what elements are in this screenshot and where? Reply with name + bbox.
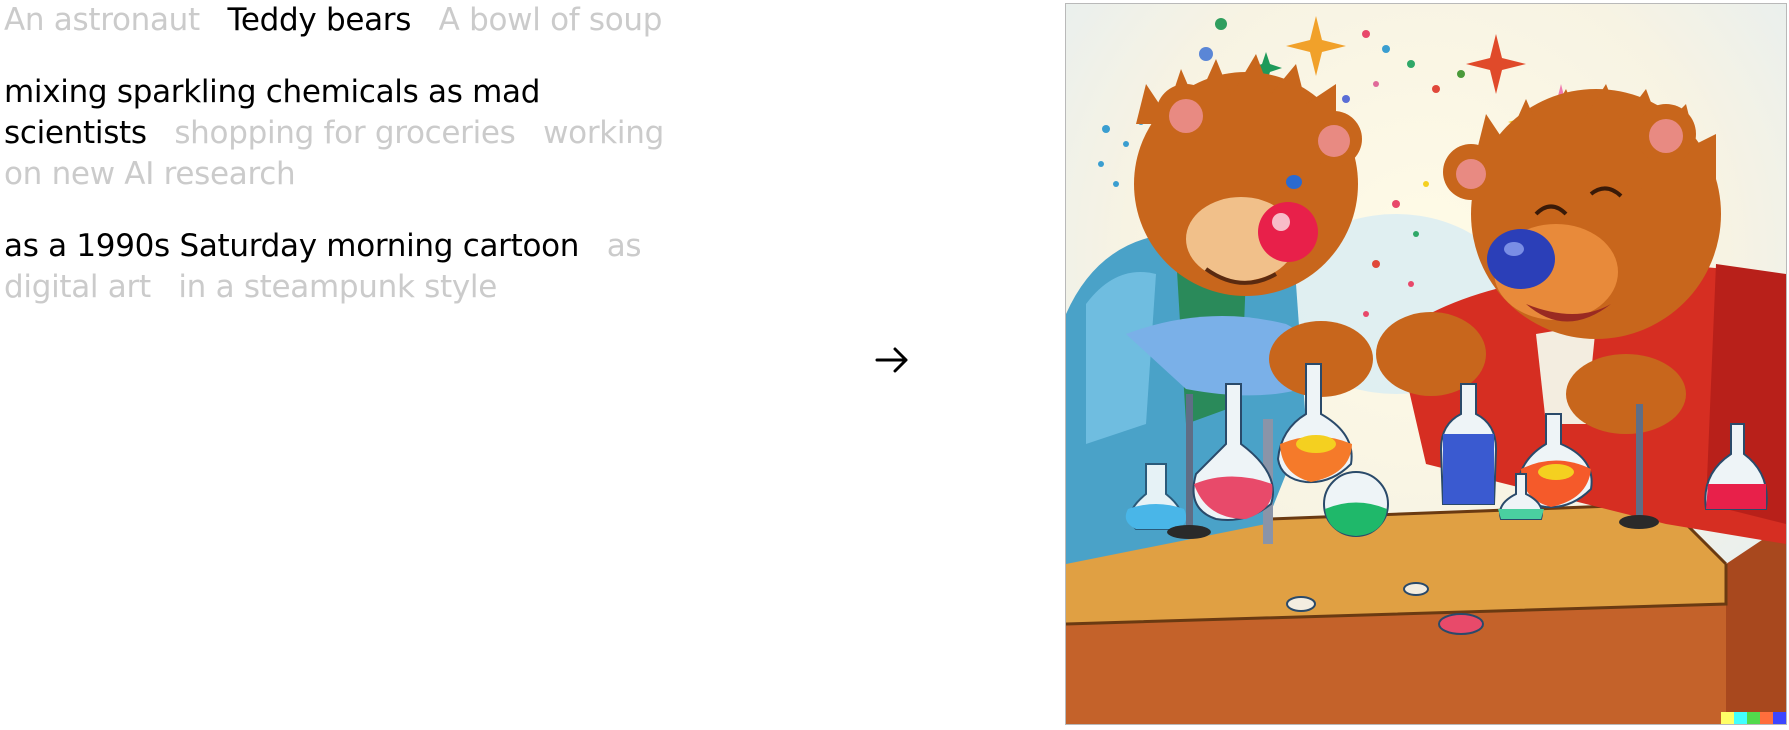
teddy-bears-illustration xyxy=(1066,4,1786,724)
option-steampunk-style[interactable]: in a steampunk style xyxy=(178,269,497,305)
prompt-builder: An astronaut Teddy bears A bowl of soup … xyxy=(4,0,694,339)
option-an-astronaut[interactable]: An astronaut xyxy=(4,2,200,38)
option-teddy-bears[interactable]: Teddy bears xyxy=(227,2,411,38)
option-shopping-for-groceries[interactable]: shopping for groceries xyxy=(174,115,516,151)
option-1990s-cartoon[interactable]: as a 1990s Saturday morning cartoon xyxy=(4,228,579,264)
activity-options: mixing sparkling chemicals as mad scient… xyxy=(4,72,694,195)
option-a-bowl-of-soup[interactable]: A bowl of soup xyxy=(439,2,663,38)
style-options: as a 1990s Saturday morning cartoon as d… xyxy=(4,226,694,308)
generated-image xyxy=(1065,3,1787,725)
watermark xyxy=(1721,712,1786,724)
arrow-right-icon xyxy=(875,347,908,373)
subject-options: An astronaut Teddy bears A bowl of soup xyxy=(4,0,694,41)
